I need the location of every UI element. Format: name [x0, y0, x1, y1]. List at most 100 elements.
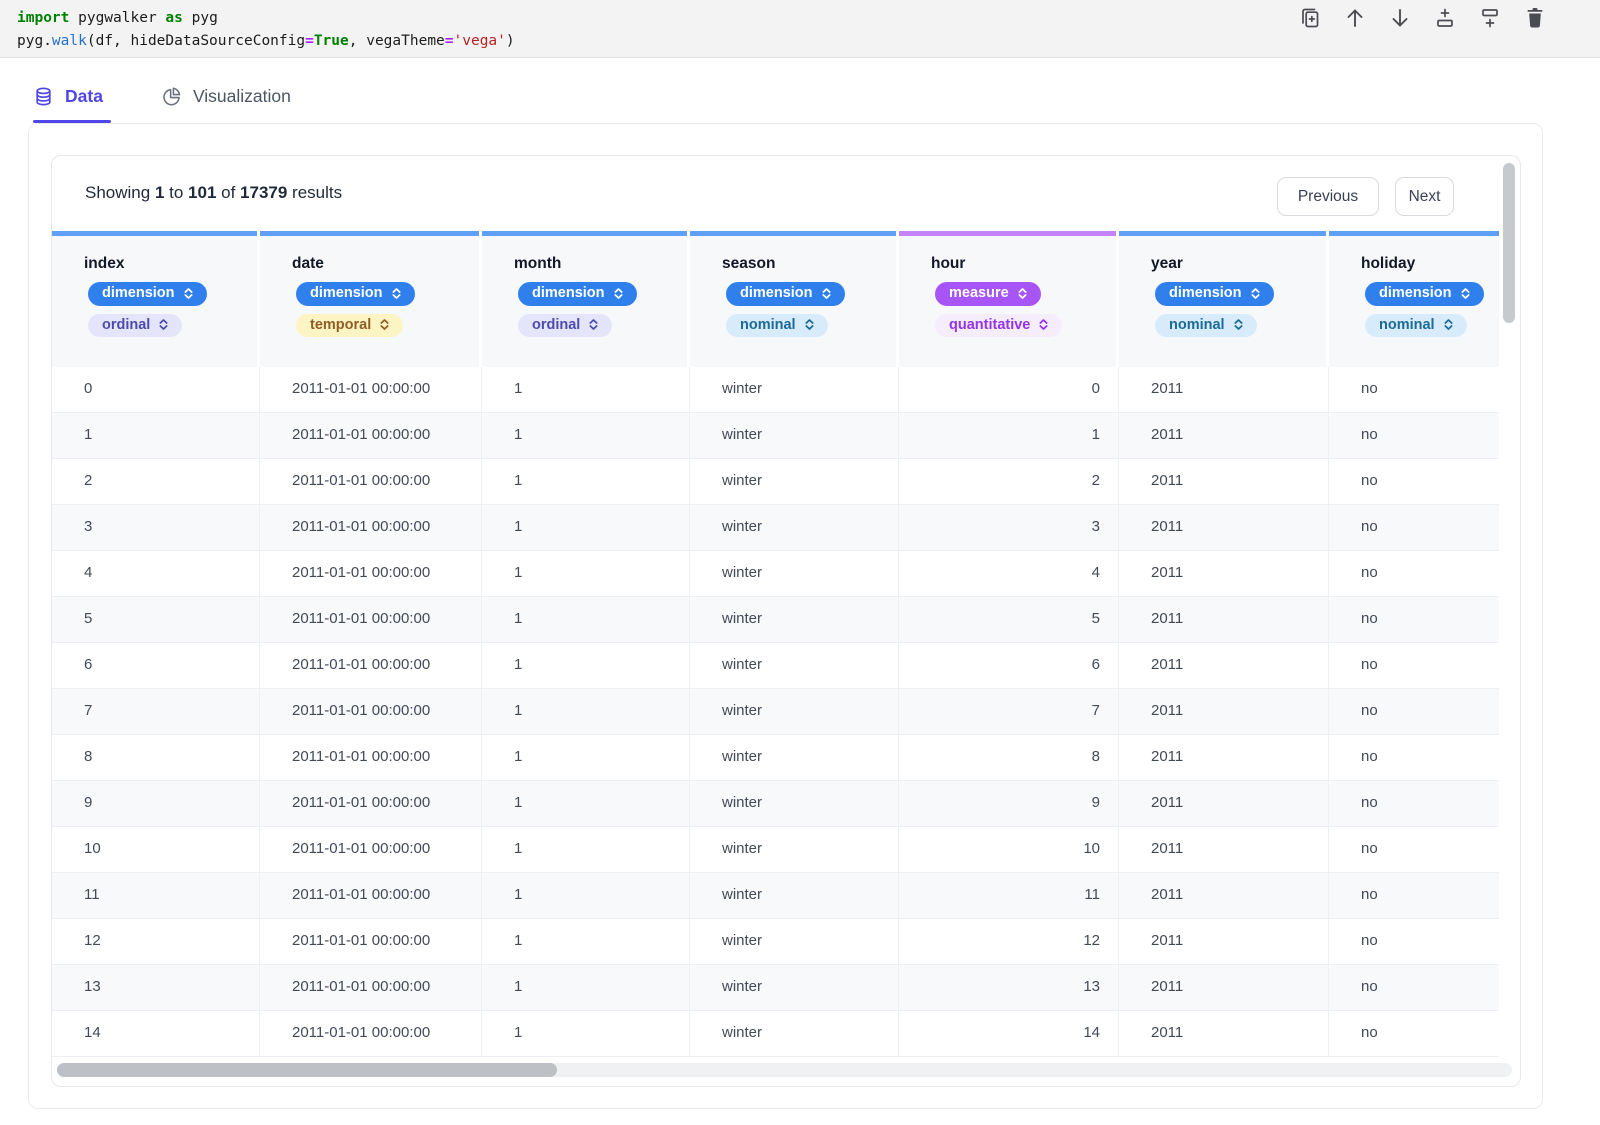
analytic-type-selector-month[interactable]: dimension: [518, 282, 637, 306]
cell-index: 11: [52, 873, 260, 919]
vertical-scrollbar[interactable]: [1503, 163, 1515, 323]
data-table-card: Showing 1 to 101 of 17379 results Previo…: [51, 155, 1521, 1087]
pill-label: dimension: [1379, 285, 1452, 301]
cell-date: 2011-01-01 00:00:00: [260, 827, 482, 873]
cell-date: 2011-01-01 00:00:00: [260, 689, 482, 735]
cell-season: winter: [690, 827, 899, 873]
insert-cell-below-icon[interactable]: [1477, 5, 1503, 31]
cell-month: 1: [482, 551, 690, 597]
tab-data[interactable]: Data: [33, 70, 111, 123]
table-row: 9 2011-01-01 00:00:00 1 winter 9 2011 no: [52, 781, 1499, 827]
pill-label: ordinal: [532, 316, 581, 333]
cell-holiday: no: [1329, 505, 1499, 551]
previous-page-button[interactable]: Previous: [1277, 177, 1379, 216]
analytic-type-selector-season[interactable]: dimension: [726, 282, 845, 306]
cell-holiday: no: [1329, 689, 1499, 735]
table-row: 8 2011-01-01 00:00:00 1 winter 8 2011 no: [52, 735, 1499, 781]
cell-year: 2011: [1119, 413, 1329, 459]
cell-year: 2011: [1119, 919, 1329, 965]
walker-panel: Showing 1 to 101 of 17379 results Previo…: [28, 123, 1543, 1109]
analytic-type-selector-date[interactable]: dimension: [296, 282, 415, 306]
semantic-type-selector-year[interactable]: nominal: [1155, 313, 1257, 337]
chevron-up-down-icon: [612, 287, 625, 300]
cell-season: winter: [690, 597, 899, 643]
cell-hour: 7: [899, 689, 1119, 735]
cell-year: 2011: [1119, 643, 1329, 689]
cell-hour: 4: [899, 551, 1119, 597]
analytic-type-selector-holiday[interactable]: dimension: [1365, 282, 1484, 306]
cell-year: 2011: [1119, 781, 1329, 827]
chevron-up-down-icon: [1232, 318, 1245, 331]
cell-month: 1: [482, 781, 690, 827]
column-header-hour: hour measure quantitative: [899, 236, 1119, 367]
semantic-type-selector-season[interactable]: nominal: [726, 313, 828, 337]
cell-index: 8: [52, 735, 260, 781]
cell-month: 1: [482, 459, 690, 505]
analytic-type-selector-hour[interactable]: measure: [935, 282, 1041, 306]
semantic-type-selector-date[interactable]: temporal: [296, 313, 404, 337]
column-title: year: [1151, 255, 1183, 272]
cell-hour: 14: [899, 1011, 1119, 1057]
analytic-type-selector-index[interactable]: dimension: [88, 282, 207, 306]
cell-month: 1: [482, 919, 690, 965]
tab-visualization-label: Visualization: [192, 86, 291, 106]
semantic-type-selector-index[interactable]: ordinal: [88, 313, 183, 337]
cell-index: 13: [52, 965, 260, 1011]
chevron-up-down-icon: [587, 318, 600, 331]
move-up-icon[interactable]: [1342, 5, 1368, 31]
cell-year: 2011: [1119, 689, 1329, 735]
cell-index: 5: [52, 597, 260, 643]
cell-hour: 2: [899, 459, 1119, 505]
pill-label: dimension: [740, 285, 813, 301]
horizontal-scrollbar-thumb[interactable]: [57, 1063, 557, 1077]
table-row: 10 2011-01-01 00:00:00 1 winter 10 2011 no: [52, 827, 1499, 873]
table-row: 14 2011-01-01 00:00:00 1 winter 14 2011 no: [52, 1011, 1499, 1057]
cell-year: 2011: [1119, 597, 1329, 643]
cell-date: 2011-01-01 00:00:00: [260, 781, 482, 827]
cell-date: 2011-01-01 00:00:00: [260, 965, 482, 1011]
chevron-up-down-icon: [1016, 287, 1029, 300]
semantic-type-selector-holiday[interactable]: nominal: [1365, 313, 1467, 337]
cell-date: 2011-01-01 00:00:00: [260, 597, 482, 643]
cell-holiday: no: [1329, 735, 1499, 781]
cell-season: winter: [690, 413, 899, 459]
insert-cell-above-icon[interactable]: [1432, 5, 1458, 31]
next-page-button[interactable]: Next: [1395, 177, 1454, 216]
results-summary: Showing 1 to 101 of 17379 results: [85, 183, 343, 202]
cell-month: 1: [482, 1011, 690, 1057]
cell-year: 2011: [1119, 735, 1329, 781]
cell-date: 2011-01-01 00:00:00: [260, 919, 482, 965]
cell-index: 6: [52, 643, 260, 689]
cell-index: 0: [52, 367, 260, 413]
semantic-type-selector-hour[interactable]: quantitative: [935, 313, 1063, 337]
cell-month: 1: [482, 689, 690, 735]
cell-index: 10: [52, 827, 260, 873]
duplicate-cell-icon[interactable]: [1297, 5, 1323, 31]
cell-month: 1: [482, 413, 690, 459]
table-row: 6 2011-01-01 00:00:00 1 winter 6 2011 no: [52, 643, 1499, 689]
chevron-up-down-icon: [1459, 287, 1472, 300]
database-icon: [33, 86, 54, 107]
semantic-type-selector-month[interactable]: ordinal: [518, 313, 613, 337]
cell-holiday: no: [1329, 551, 1499, 597]
horizontal-scrollbar-track: [57, 1063, 1512, 1077]
column-title: holiday: [1361, 255, 1416, 272]
cell-date: 2011-01-01 00:00:00: [260, 735, 482, 781]
analytic-type-selector-year[interactable]: dimension: [1155, 282, 1274, 306]
delete-cell-icon[interactable]: [1522, 5, 1548, 31]
chevron-up-down-icon: [182, 287, 195, 300]
walker-tab-bar: Data Visualization: [33, 70, 297, 123]
pill-label: dimension: [310, 285, 383, 301]
move-down-icon[interactable]: [1387, 5, 1413, 31]
pill-label: nominal: [1169, 316, 1225, 333]
cell-hour: 12: [899, 919, 1119, 965]
cell-index: 12: [52, 919, 260, 965]
cell-season: winter: [690, 781, 899, 827]
cell-month: 1: [482, 505, 690, 551]
cell-holiday: no: [1329, 413, 1499, 459]
cell-holiday: no: [1329, 781, 1499, 827]
tab-visualization[interactable]: Visualization: [161, 70, 297, 123]
cell-year: 2011: [1119, 551, 1329, 597]
cell-index: 3: [52, 505, 260, 551]
table-row: 4 2011-01-01 00:00:00 1 winter 4 2011 no: [52, 551, 1499, 597]
